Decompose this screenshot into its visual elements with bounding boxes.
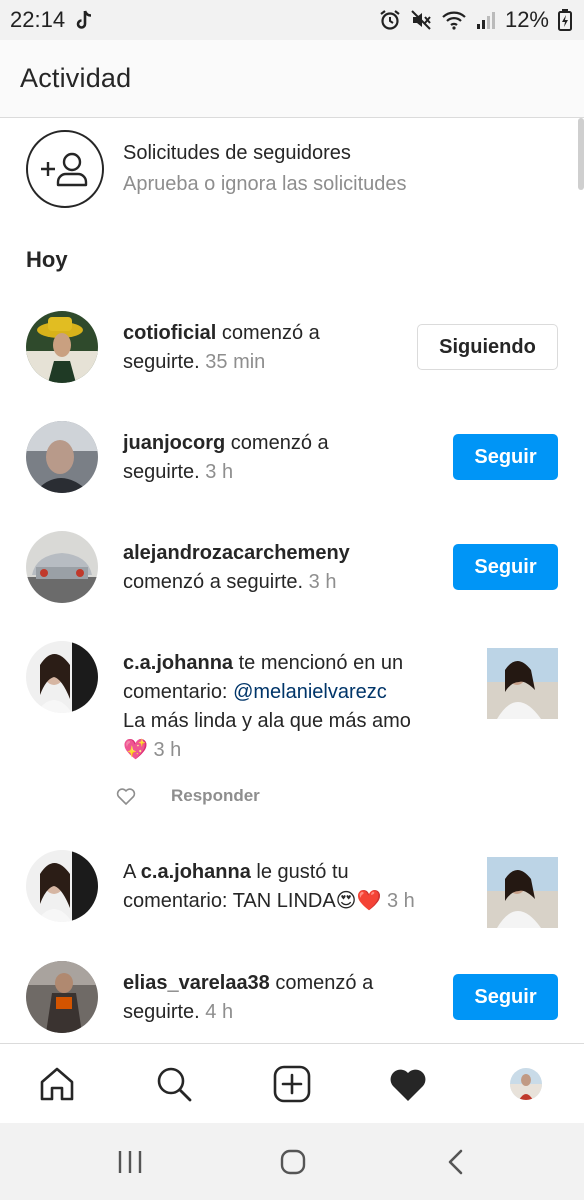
mention-link[interactable]: @melanielvarezc (233, 681, 387, 703)
follow-button[interactable]: Seguir (453, 974, 558, 1020)
avatar[interactable] (26, 311, 98, 383)
timestamp: 35 min (199, 351, 266, 373)
avatar[interactable] (26, 850, 98, 922)
reply-button[interactable]: Responder (171, 786, 260, 806)
post-thumbnail[interactable] (487, 857, 558, 928)
avatar[interactable] (26, 531, 98, 603)
timestamp: 3 h (199, 461, 234, 483)
list-item: elias_varelaa38 comenzó a seguirte. 4 h … (0, 961, 584, 1041)
activity-text: cotioficial comenzó a seguirte. 35 min (123, 322, 320, 373)
recent-apps-icon[interactable] (115, 1147, 145, 1177)
username[interactable]: cotioficial (123, 322, 216, 344)
battery-percent: 12% (504, 7, 549, 32)
timestamp: 3 h (303, 571, 337, 593)
username[interactable]: alejandrozacarchemeny (123, 542, 350, 564)
bottom-nav (0, 1043, 584, 1123)
follow-button[interactable]: Seguir (453, 544, 558, 590)
list-item: alejandrozacarchemeny comenzó a seguirte… (0, 531, 584, 611)
heart-emoji: 💖 (123, 739, 148, 761)
add-person-icon (26, 130, 104, 208)
battery-icon (558, 9, 572, 31)
activity-feed: Solicitudes de seguidores Aprueba o igno… (0, 119, 584, 1043)
page-title: Actividad (20, 63, 132, 93)
timestamp: 3 h (147, 739, 182, 761)
like-heart-icon[interactable] (116, 787, 136, 805)
wifi-icon (442, 11, 466, 30)
activity-text: alejandrozacarchemeny comenzó a seguirte… (123, 542, 350, 593)
reply-actions: Responder (116, 786, 260, 806)
activity-text: elias_varelaa38 comenzó a seguirte. 4 h (123, 972, 374, 1023)
activity-text: juanjocorg comenzó a seguirte. 3 h (123, 432, 329, 483)
follow-requests-item[interactable]: Solicitudes de seguidores Aprueba o igno… (26, 130, 407, 208)
avatar[interactable] (26, 641, 98, 713)
android-nav-bar (0, 1123, 584, 1200)
mute-icon (411, 10, 431, 30)
section-today: Hoy (26, 247, 68, 272)
home-icon[interactable] (35, 1062, 79, 1106)
tiktok-icon (76, 10, 92, 29)
search-icon[interactable] (152, 1062, 196, 1106)
app-header: Actividad (0, 40, 584, 118)
list-item: cotioficial comenzó a seguirte. 35 min S… (0, 311, 584, 391)
username[interactable]: elias_varelaa38 (123, 972, 270, 994)
list-item: c.a.johanna te mencionó en un comentario… (0, 641, 584, 831)
activity-text: A c.a.johanna le gustó tu comentario: TA… (123, 861, 415, 912)
username[interactable]: c.a.johanna (141, 861, 251, 883)
new-post-icon[interactable] (270, 1062, 314, 1106)
signal-icon (476, 12, 495, 29)
username[interactable]: c.a.johanna (123, 652, 233, 674)
activity-heart-icon[interactable] (386, 1062, 430, 1106)
timestamp: 4 h (199, 1001, 234, 1023)
status-time: 22:14 (10, 7, 66, 32)
username[interactable]: juanjocorg (123, 432, 225, 454)
status-bar: 22:14 12% (0, 0, 584, 40)
profile-avatar[interactable] (504, 1062, 548, 1106)
back-icon[interactable] (441, 1147, 471, 1177)
list-item: juanjocorg comenzó a seguirte. 3 h Segui… (0, 421, 584, 501)
avatar[interactable] (26, 961, 98, 1033)
list-item: A c.a.johanna le gustó tu comentario: TA… (0, 850, 584, 930)
follow-requests-title: Solicitudes de seguidores (123, 142, 351, 164)
follow-requests-subtitle: Aprueba o ignora las solicitudes (123, 173, 407, 195)
avatar[interactable] (26, 421, 98, 493)
activity-text: c.a.johanna te mencionó en un comentario… (123, 652, 411, 761)
following-button[interactable]: Siguiendo (417, 324, 558, 370)
home-button-icon[interactable] (278, 1147, 308, 1177)
post-thumbnail[interactable] (487, 648, 558, 719)
follow-button[interactable]: Seguir (453, 434, 558, 480)
alarm-icon (380, 10, 400, 30)
timestamp: 3 h (381, 890, 415, 912)
